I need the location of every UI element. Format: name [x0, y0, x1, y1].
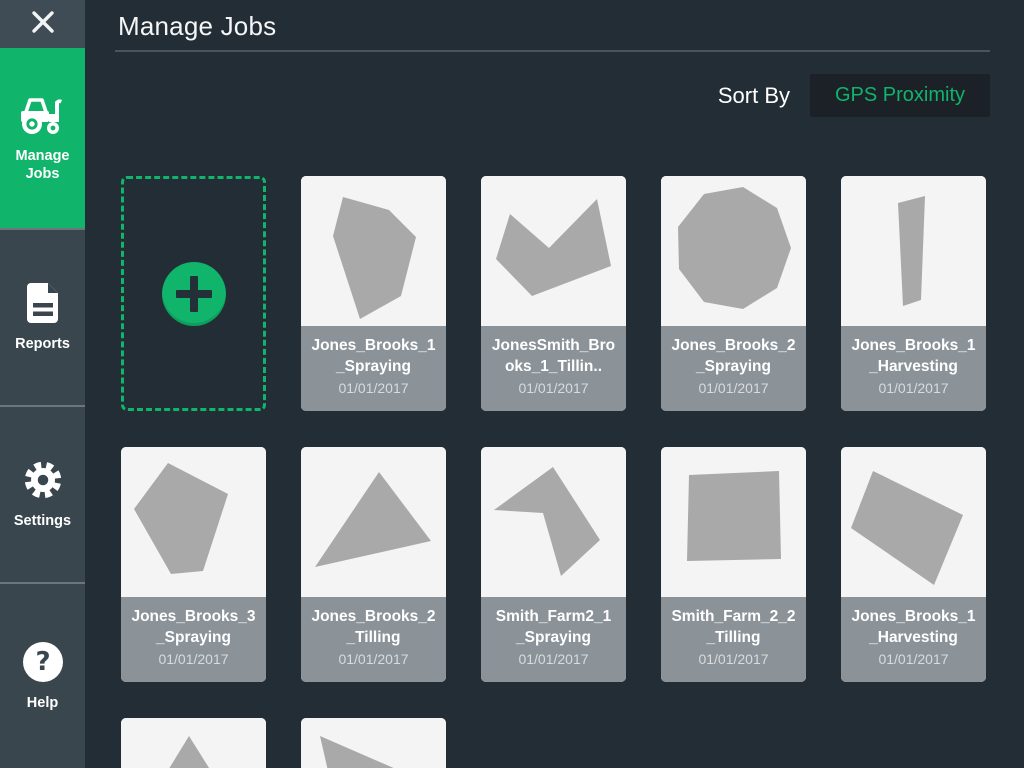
- field-boundary-thumbnail: [661, 176, 806, 326]
- sidebar-item-label: Manage Jobs: [0, 147, 85, 183]
- job-date: 01/01/2017: [481, 380, 626, 396]
- field-boundary-thumbnail: [841, 176, 986, 326]
- job-name: Jones_Brooks_1 _Spraying: [301, 335, 446, 377]
- job-card-footer: Jones_Brooks_1 _Spraying 01/01/2017: [301, 326, 446, 411]
- field-boundary-polygon: [496, 199, 611, 296]
- help-icon: ?: [19, 640, 67, 684]
- sort-mode-dropdown[interactable]: GPS Proximity: [810, 74, 990, 117]
- job-card-footer: Jones_Brooks_2 _Tilling 01/01/2017: [301, 597, 446, 682]
- sort-by-label: Sort By: [718, 83, 790, 109]
- job-card-footer: JonesSmith_Bro oks_1_Tillin.. 01/01/2017: [481, 326, 626, 411]
- job-card[interactable]: JonesSmith_Bro oks_1_Tillin.. 01/01/2017: [481, 176, 626, 411]
- job-card-footer: Jones_Brooks_1 _Harvesting 01/01/2017: [841, 597, 986, 682]
- page-title: Manage Jobs: [118, 11, 1024, 42]
- job-card[interactable]: Smith_Farm_2_2 _Tilling 01/01/2017: [661, 447, 806, 682]
- field-boundary-polygon: [898, 196, 925, 306]
- close-button[interactable]: [0, 0, 85, 48]
- add-icon: [162, 262, 226, 326]
- jobs-grid: Jones_Brooks_1 _Spraying 01/01/2017 Jone…: [121, 176, 1024, 768]
- sidebar: Manage Jobs Reports Settings ?: [0, 0, 85, 768]
- sidebar-item-label: Reports: [11, 335, 74, 353]
- sidebar-item-reports[interactable]: Reports: [0, 228, 85, 405]
- job-date: 01/01/2017: [661, 380, 806, 396]
- job-date: 01/01/2017: [301, 651, 446, 667]
- field-boundary-thumbnail: [481, 447, 626, 597]
- field-boundary-thumbnail: [661, 447, 806, 597]
- job-card[interactable]: Smith_Farm2_1 _Spraying 01/01/2017: [481, 447, 626, 682]
- job-date: 01/01/2017: [121, 651, 266, 667]
- svg-text:?: ?: [35, 647, 50, 677]
- job-card-footer: Smith_Farm2_1 _Spraying 01/01/2017: [481, 597, 626, 682]
- job-card[interactable]: Jones_Brooks_2 _Spraying 01/01/2017: [661, 176, 806, 411]
- field-boundary-thumbnail: [121, 447, 266, 597]
- field-boundary-thumbnail: [121, 718, 266, 768]
- field-boundary-thumbnail: [841, 447, 986, 597]
- field-boundary-polygon: [315, 472, 431, 567]
- field-boundary-polygon: [320, 736, 446, 768]
- field-boundary-thumbnail: [301, 447, 446, 597]
- title-divider: [115, 50, 990, 52]
- job-name: Smith_Farm2_1 _Spraying: [481, 606, 626, 648]
- gear-icon: [19, 458, 67, 502]
- field-boundary-polygon: [687, 471, 781, 561]
- job-date: 01/01/2017: [841, 651, 986, 667]
- job-card[interactable]: Jones_Brooks_1 _Spraying 01/01/2017: [301, 176, 446, 411]
- job-card[interactable]: [301, 718, 446, 768]
- job-date: 01/01/2017: [481, 651, 626, 667]
- main-content: Manage Jobs Sort By GPS Proximity Jones_…: [85, 0, 1024, 768]
- job-card[interactable]: Jones_Brooks_3 _Spraying 01/01/2017: [121, 447, 266, 682]
- sidebar-item-label: Settings: [10, 512, 75, 530]
- job-card-footer: Smith_Farm_2_2 _Tilling 01/01/2017: [661, 597, 806, 682]
- sidebar-item-label: Help: [23, 694, 62, 712]
- field-boundary-polygon: [851, 471, 963, 585]
- job-card[interactable]: Jones_Brooks_1 _Harvesting 01/01/2017: [841, 447, 986, 682]
- sidebar-item-settings[interactable]: Settings: [0, 405, 85, 582]
- job-card-footer: Jones_Brooks_1 _Harvesting 01/01/2017: [841, 326, 986, 411]
- job-date: 01/01/2017: [841, 380, 986, 396]
- sort-row: Sort By GPS Proximity: [85, 74, 990, 117]
- job-name: JonesSmith_Bro oks_1_Tillin..: [481, 335, 626, 377]
- field-boundary-polygon: [333, 197, 416, 319]
- field-boundary-thumbnail: [481, 176, 626, 326]
- field-boundary-thumbnail: [301, 718, 446, 768]
- field-boundary-polygon: [494, 467, 600, 576]
- job-card[interactable]: Jones_Brooks_2 _Tilling 01/01/2017: [301, 447, 446, 682]
- sidebar-item-manage-jobs[interactable]: Manage Jobs: [0, 48, 85, 228]
- tractor-icon: [19, 93, 67, 137]
- job-name: Jones_Brooks_3 _Spraying: [121, 606, 266, 648]
- job-date: 01/01/2017: [661, 651, 806, 667]
- job-name: Jones_Brooks_1 _Harvesting: [841, 606, 986, 648]
- job-name: Jones_Brooks_2 _Tilling: [301, 606, 446, 648]
- add-job-card[interactable]: [121, 176, 266, 411]
- field-boundary-thumbnail: [301, 176, 446, 326]
- job-name: Jones_Brooks_2 _Spraying: [661, 335, 806, 377]
- job-card-footer: Jones_Brooks_3 _Spraying 01/01/2017: [121, 597, 266, 682]
- job-date: 01/01/2017: [301, 380, 446, 396]
- close-icon: [30, 9, 56, 40]
- job-card[interactable]: [121, 718, 266, 768]
- job-name: Jones_Brooks_1 _Harvesting: [841, 335, 986, 377]
- sidebar-item-help[interactable]: ? Help: [0, 582, 85, 768]
- job-card-footer: Jones_Brooks_2 _Spraying 01/01/2017: [661, 326, 806, 411]
- field-boundary-polygon: [678, 187, 791, 309]
- field-boundary-polygon: [121, 736, 266, 768]
- job-card[interactable]: Jones_Brooks_1 _Harvesting 01/01/2017: [841, 176, 986, 411]
- field-boundary-polygon: [134, 463, 228, 574]
- report-icon: [19, 281, 67, 325]
- job-name: Smith_Farm_2_2 _Tilling: [661, 606, 806, 648]
